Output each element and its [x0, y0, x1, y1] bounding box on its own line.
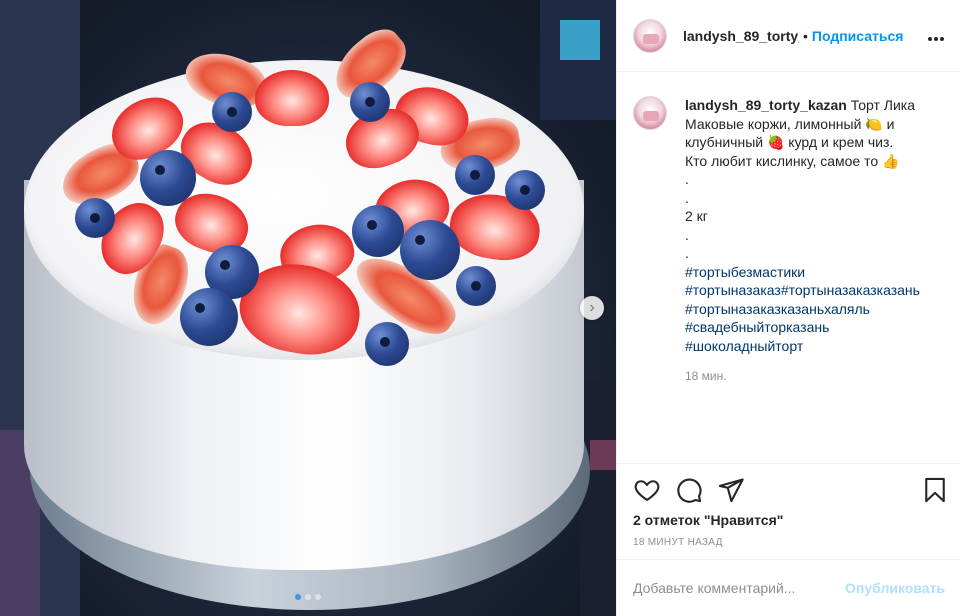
bookmark-icon[interactable]	[921, 476, 949, 504]
carousel-indicator	[0, 594, 616, 600]
post-header: landysh_89_torty_kazan • Подписаться	[617, 0, 960, 72]
caption-avatar[interactable]	[633, 96, 667, 130]
post-actions: 2 отметок "Нравится" 18 МИНУТ НАЗАД	[617, 463, 960, 559]
blueberry	[212, 92, 252, 132]
comment-icon[interactable]	[675, 476, 703, 504]
strawberry	[255, 70, 329, 126]
carousel-dot-active	[295, 594, 301, 600]
hashtag-link[interactable]: #шоколадныйторт	[685, 337, 953, 356]
blueberry	[400, 220, 460, 280]
more-horizontal-icon[interactable]	[927, 26, 945, 46]
comment-input[interactable]	[633, 580, 846, 596]
blueberry	[352, 205, 404, 257]
caption-line: Кто любит кислинку, самое то 👍	[685, 152, 900, 169]
hashtag-link[interactable]: #тортыбезмастики	[685, 263, 953, 282]
caption-line: .	[685, 245, 689, 261]
caption-line: .	[685, 189, 689, 206]
carousel-dot	[315, 594, 321, 600]
hashtag-link[interactable]: #свадебныйторказань	[685, 318, 953, 337]
post-timestamp[interactable]: 18 МИНУТ НАЗАД	[633, 537, 723, 548]
blueberry	[456, 266, 496, 306]
hashtag-link[interactable]: #тортыназаказ#тортыназаказказань	[685, 281, 953, 300]
follow-button[interactable]: Подписаться	[812, 28, 904, 44]
post-photo[interactable]: ›	[0, 0, 616, 616]
blueberry	[350, 82, 390, 122]
caption-username[interactable]: landysh_89_torty_kazan	[685, 97, 847, 113]
caption-line: 2 кг	[685, 208, 708, 224]
blueberry	[75, 198, 115, 238]
caption-line: Маковые коржи, лимонный 🍋 и	[685, 115, 895, 132]
caption-line: .	[685, 171, 689, 187]
header-separator: •	[803, 27, 808, 44]
blueberry	[455, 155, 495, 195]
blueberry	[505, 170, 545, 210]
hashtag-link[interactable]: #тортыназаказказаньхаляль	[685, 300, 953, 319]
heart-icon[interactable]	[633, 476, 661, 504]
caption-line: Торт Лика	[850, 97, 916, 113]
caption-line: клубничный 🍓 курд и крем чиз.	[685, 134, 894, 150]
blueberry	[365, 322, 409, 366]
carousel-dot	[305, 594, 311, 600]
blueberry	[180, 288, 238, 346]
caption-text: landysh_89_torty_kazan Торт Лика Маковые…	[685, 96, 953, 386]
next-slide-button[interactable]: ›	[580, 296, 604, 320]
comment-bar: Опубликовать	[617, 559, 960, 616]
avatar[interactable]	[633, 18, 667, 53]
post-side-panel: landysh_89_torty_kazan • Подписаться lan…	[616, 0, 960, 616]
post-comment-button[interactable]: Опубликовать	[845, 580, 945, 596]
blueberry	[140, 150, 196, 206]
caption-time[interactable]: 18 мин.	[685, 367, 953, 386]
post-caption: landysh_89_torty_kazan Торт Лика Маковые…	[633, 96, 953, 386]
header-username[interactable]: landysh_89_torty_kazan	[683, 28, 799, 44]
likes-count[interactable]: 2 отметок "Нравится"	[633, 512, 783, 528]
caption-line: .	[685, 226, 689, 243]
share-icon[interactable]	[717, 476, 745, 504]
